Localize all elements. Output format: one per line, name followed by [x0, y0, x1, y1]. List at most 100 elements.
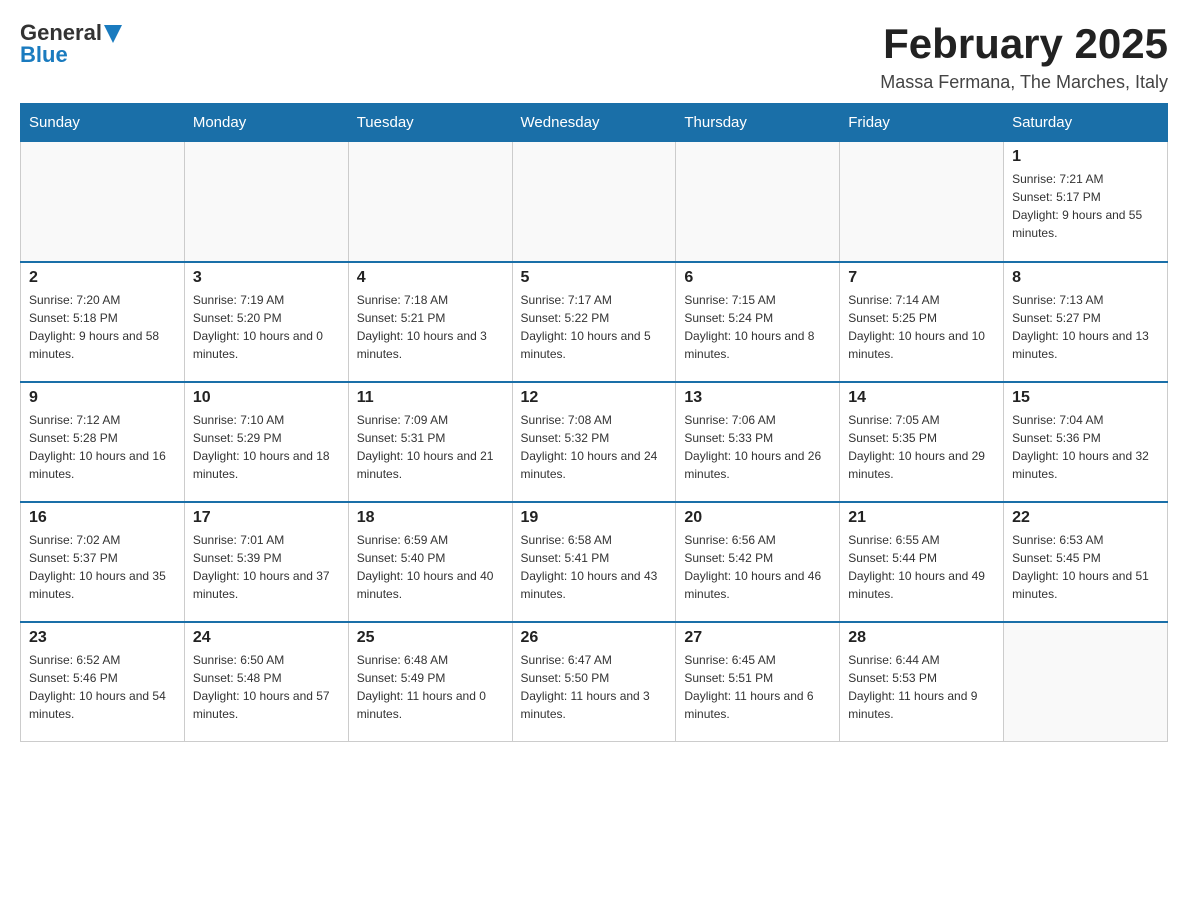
calendar-cell: 25 Sunrise: 6:48 AMSunset: 5:49 PMDayligh… [348, 622, 512, 742]
calendar-cell: 23Sunrise: 6:52 AMSunset: 5:46 PMDayligh… [21, 622, 185, 742]
calendar-cell: 14Sunrise: 7:05 AMSunset: 5:35 PMDayligh… [840, 382, 1004, 502]
day-number: 6 [684, 269, 831, 287]
day-number: 25 [357, 629, 504, 647]
title-section: February 2025 Massa Fermana, The Marches… [880, 20, 1168, 93]
calendar-cell: 11 Sunrise: 7:09 AMSunset: 5:31 PMDayligh… [348, 382, 512, 502]
day-info: Sunrise: 7:12 AMSunset: 5:28 PMDaylight:… [29, 411, 176, 483]
day-info: Sunrise: 6:44 AMSunset: 5:53 PMDaylight:… [848, 651, 995, 723]
day-info: Sunrise: 7:21 AMSunset: 5:17 PMDaylight:… [1012, 170, 1159, 242]
day-number: 17 [193, 509, 340, 527]
calendar-cell: 18 Sunrise: 6:59 AMSunset: 5:40 PMDayligh… [348, 502, 512, 622]
calendar-cell: 15 Sunrise: 7:04 AMSunset: 5:36 PMDayligh… [1004, 382, 1168, 502]
day-info: Sunrise: 7:13 AMSunset: 5:27 PMDaylight:… [1012, 291, 1159, 363]
calendar-cell: 6Sunrise: 7:15 AMSunset: 5:24 PMDaylight… [676, 262, 840, 382]
day-info: Sunrise: 6:50 AMSunset: 5:48 PMDaylight:… [193, 651, 340, 723]
day-info: Sunrise: 7:10 AMSunset: 5:29 PMDaylight:… [193, 411, 340, 483]
day-number: 7 [848, 269, 995, 287]
logo-triangle-icon [104, 25, 122, 43]
logo: General Blue [20, 20, 122, 68]
calendar-cell [512, 142, 676, 262]
calendar-cell: 3 Sunrise: 7:19 AMSunset: 5:20 PMDaylight… [184, 262, 348, 382]
calendar-week-4: 16 Sunrise: 7:02 AMSunset: 5:37 PMDayligh… [21, 502, 1168, 622]
calendar-cell: 19 Sunrise: 6:58 AMSunset: 5:41 PMDayligh… [512, 502, 676, 622]
day-number: 22 [1012, 509, 1159, 527]
calendar-cell: 10 Sunrise: 7:10 AMSunset: 5:29 PMDayligh… [184, 382, 348, 502]
day-number: 26 [521, 629, 668, 647]
calendar-cell: 26 Sunrise: 6:47 AMSunset: 5:50 PMDayligh… [512, 622, 676, 742]
day-number: 21 [848, 509, 995, 527]
day-number: 18 [357, 509, 504, 527]
day-number: 20 [684, 509, 831, 527]
day-number: 19 [521, 509, 668, 527]
calendar-cell: 28 Sunrise: 6:44 AMSunset: 5:53 PMDayligh… [840, 622, 1004, 742]
day-number: 8 [1012, 269, 1159, 287]
calendar-cell: 2 Sunrise: 7:20 AMSunset: 5:18 PMDaylight… [21, 262, 185, 382]
day-info: Sunrise: 6:58 AMSunset: 5:41 PMDaylight:… [521, 531, 668, 603]
calendar-cell [1004, 622, 1168, 742]
day-info: Sunrise: 6:48 AMSunset: 5:49 PMDaylight:… [357, 651, 504, 723]
day-number: 1 [1012, 148, 1159, 166]
day-info: Sunrise: 7:02 AMSunset: 5:37 PMDaylight:… [29, 531, 176, 603]
day-number: 2 [29, 269, 176, 287]
day-number: 11 [357, 389, 504, 407]
day-info: Sunrise: 7:06 AMSunset: 5:33 PMDaylight:… [684, 411, 831, 483]
day-number: 28 [848, 629, 995, 647]
calendar-cell: 5 Sunrise: 7:17 AMSunset: 5:22 PMDaylight… [512, 262, 676, 382]
day-number: 9 [29, 389, 176, 407]
day-number: 13 [684, 389, 831, 407]
header-saturday: Saturday [1004, 104, 1168, 142]
calendar-cell: 17 Sunrise: 7:01 AMSunset: 5:39 PMDayligh… [184, 502, 348, 622]
day-info: Sunrise: 6:56 AMSunset: 5:42 PMDaylight:… [684, 531, 831, 603]
calendar-cell: 20 Sunrise: 6:56 AMSunset: 5:42 PMDayligh… [676, 502, 840, 622]
day-number: 4 [357, 269, 504, 287]
calendar-cell: 24Sunrise: 6:50 AMSunset: 5:48 PMDayligh… [184, 622, 348, 742]
calendar-cell: 27 Sunrise: 6:45 AMSunset: 5:51 PMDayligh… [676, 622, 840, 742]
header-thursday: Thursday [676, 104, 840, 142]
day-info: Sunrise: 7:08 AMSunset: 5:32 PMDaylight:… [521, 411, 668, 483]
day-info: Sunrise: 7:09 AMSunset: 5:31 PMDaylight:… [357, 411, 504, 483]
calendar-cell: 1 Sunrise: 7:21 AMSunset: 5:17 PMDaylight… [1004, 142, 1168, 262]
day-info: Sunrise: 6:55 AMSunset: 5:44 PMDaylight:… [848, 531, 995, 603]
calendar-cell [348, 142, 512, 262]
day-number: 16 [29, 509, 176, 527]
calendar-week-5: 23Sunrise: 6:52 AMSunset: 5:46 PMDayligh… [21, 622, 1168, 742]
header-wednesday: Wednesday [512, 104, 676, 142]
day-info: Sunrise: 7:20 AMSunset: 5:18 PMDaylight:… [29, 291, 176, 363]
day-info: Sunrise: 6:47 AMSunset: 5:50 PMDaylight:… [521, 651, 668, 723]
calendar-cell: 12 Sunrise: 7:08 AMSunset: 5:32 PMDayligh… [512, 382, 676, 502]
calendar-cell [184, 142, 348, 262]
calendar-cell [676, 142, 840, 262]
calendar-cell: 7 Sunrise: 7:14 AMSunset: 5:25 PMDaylight… [840, 262, 1004, 382]
day-info: Sunrise: 6:45 AMSunset: 5:51 PMDaylight:… [684, 651, 831, 723]
logo-blue-text: Blue [20, 42, 122, 68]
calendar-week-3: 9 Sunrise: 7:12 AMSunset: 5:28 PMDaylight… [21, 382, 1168, 502]
day-info: Sunrise: 7:04 AMSunset: 5:36 PMDaylight:… [1012, 411, 1159, 483]
day-number: 23 [29, 629, 176, 647]
calendar-cell: 8 Sunrise: 7:13 AMSunset: 5:27 PMDaylight… [1004, 262, 1168, 382]
header-monday: Monday [184, 104, 348, 142]
day-number: 15 [1012, 389, 1159, 407]
location-subtitle: Massa Fermana, The Marches, Italy [880, 72, 1168, 93]
calendar-cell [21, 142, 185, 262]
day-number: 12 [521, 389, 668, 407]
calendar-table: Sunday Monday Tuesday Wednesday Thursday… [20, 103, 1168, 742]
day-number: 27 [684, 629, 831, 647]
day-info: Sunrise: 7:01 AMSunset: 5:39 PMDaylight:… [193, 531, 340, 603]
header-tuesday: Tuesday [348, 104, 512, 142]
calendar-cell [840, 142, 1004, 262]
calendar-cell: 21 Sunrise: 6:55 AMSunset: 5:44 PMDayligh… [840, 502, 1004, 622]
calendar-cell: 13 Sunrise: 7:06 AMSunset: 5:33 PMDayligh… [676, 382, 840, 502]
day-number: 5 [521, 269, 668, 287]
day-info: Sunrise: 7:14 AMSunset: 5:25 PMDaylight:… [848, 291, 995, 363]
day-info: Sunrise: 7:18 AMSunset: 5:21 PMDaylight:… [357, 291, 504, 363]
day-number: 14 [848, 389, 995, 407]
day-info: Sunrise: 7:19 AMSunset: 5:20 PMDaylight:… [193, 291, 340, 363]
day-number: 10 [193, 389, 340, 407]
day-info: Sunrise: 7:17 AMSunset: 5:22 PMDaylight:… [521, 291, 668, 363]
day-number: 3 [193, 269, 340, 287]
page-header: General Blue February 2025 Massa Fermana… [20, 20, 1168, 93]
calendar-cell: 22Sunrise: 6:53 AMSunset: 5:45 PMDayligh… [1004, 502, 1168, 622]
calendar-week-1: 1 Sunrise: 7:21 AMSunset: 5:17 PMDaylight… [21, 142, 1168, 262]
day-info: Sunrise: 6:59 AMSunset: 5:40 PMDaylight:… [357, 531, 504, 603]
calendar-week-2: 2 Sunrise: 7:20 AMSunset: 5:18 PMDaylight… [21, 262, 1168, 382]
